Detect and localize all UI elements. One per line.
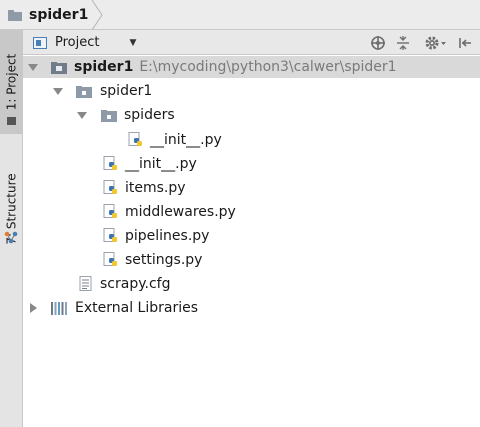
library-icon [51,302,67,315]
breadcrumb-label: spider1 [29,7,89,23]
breadcrumb-separator-icon [91,0,103,30]
expand-arrow-icon[interactable] [53,80,63,102]
navigation-bar: spider1 [0,0,480,30]
tree-node-label: spider1 [100,83,153,99]
root-path: E:\mycoding\python3\calwer\spider1 [139,59,397,75]
tab-project-label: 1: Project [4,53,19,111]
project-view-icon [33,36,47,49]
tree-node-label: middlewares.py [125,204,236,220]
structure-icon [4,231,18,244]
gear-icon [425,36,446,50]
tool-window-strip: 1: Project 7: Structure [0,30,23,427]
project-toolbar: Project ▼ [23,30,480,55]
hide-button[interactable] [456,34,474,52]
tree-node-label: pipelines.py [125,228,210,244]
tree-node-file[interactable]: items.py [23,177,480,199]
tree-node-root[interactable]: spider1 E:\mycoding\python3\calwer\spider… [23,56,480,78]
expand-arrow-icon[interactable] [28,56,38,78]
dropdown-arrow-icon: ▼ [129,37,137,48]
python-file-icon [103,228,117,242]
expand-arrow-icon[interactable] [77,104,87,126]
tree-node-label: spiders [124,107,175,123]
tree-node-file[interactable]: middlewares.py [23,201,480,223]
module-folder-icon [51,62,67,74]
tree-node-external-libraries[interactable]: External Libraries [23,297,480,319]
hide-panel-icon [459,38,471,48]
config-file-icon [79,276,92,291]
view-selector-label: Project [55,35,100,50]
python-file-icon [103,204,117,218]
breadcrumb-item-spider1[interactable]: spider1 [0,0,104,30]
crosshair-icon [371,36,385,50]
collapse-all-button[interactable] [394,34,412,52]
tree-node-label: settings.py [125,252,203,268]
collapse-all-icon [397,36,409,50]
tree-node-package-spiders[interactable]: spiders [23,104,480,126]
settings-button[interactable] [423,34,449,52]
python-file-icon [128,132,142,146]
package-folder-icon [101,110,117,122]
tree-node-label: __init__.py [150,132,222,148]
tree-node-label: __init__.py [125,156,197,172]
python-file-icon [103,156,117,170]
tree-node-file[interactable]: scrapy.cfg [23,273,480,295]
package-folder-icon [76,86,92,98]
tree-node-package-spider1[interactable]: spider1 [23,80,480,102]
tree-node-label: items.py [125,180,186,196]
project-tab-icon [7,117,16,125]
folder-icon [8,9,22,21]
tree-node-file[interactable]: __init__.py [23,153,480,175]
tree-node-file[interactable]: settings.py [23,249,480,271]
tree-node-root-label: spider1 E:\mycoding\python3\calwer\spider… [74,59,397,75]
tree-node-label: scrapy.cfg [100,276,171,292]
tree-node-label: External Libraries [75,300,198,316]
scroll-from-source-button[interactable] [369,34,387,52]
python-file-icon [103,180,117,194]
collapse-arrow-icon[interactable] [28,297,38,319]
python-file-icon [103,252,117,266]
view-selector[interactable]: Project ▼ [33,30,136,55]
tree-node-file[interactable]: __init__.py [23,129,480,151]
tab-structure[interactable]: 7: Structure [0,142,23,276]
tree-node-file[interactable]: pipelines.py [23,225,480,247]
